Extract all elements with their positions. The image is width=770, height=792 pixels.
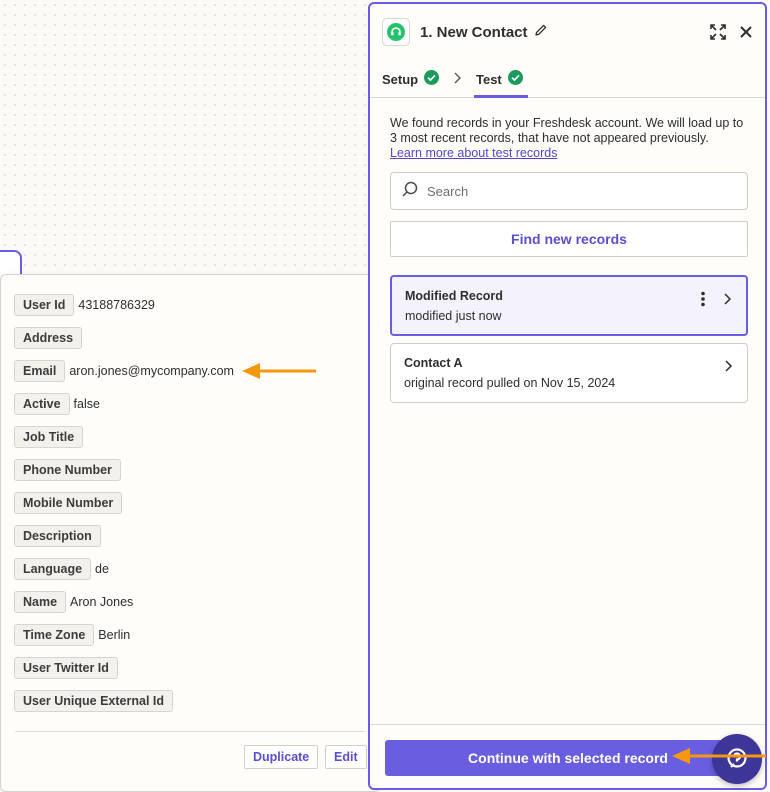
field-key: Active	[14, 393, 70, 415]
field-row-time-zone: Time Zone Berlin	[14, 624, 130, 646]
step-panel: 1. New Contact Setup Test We found recor…	[368, 2, 767, 790]
search-icon	[401, 180, 419, 203]
field-row-active: Active false	[14, 393, 100, 415]
field-key: Address	[14, 327, 83, 349]
active-tab-indicator	[474, 95, 528, 98]
find-new-records-button[interactable]: Find new records	[390, 221, 748, 257]
field-key: User Unique External Id	[14, 690, 174, 712]
freshdesk-headset-icon	[382, 18, 410, 46]
step-tabs: Setup Test	[370, 60, 765, 98]
tab-label: Test	[476, 71, 502, 87]
record-detail-card: User Id 43188786329 Address Email aron.j…	[0, 274, 380, 792]
intro-text: We found records in your Freshdesk accou…	[390, 116, 744, 145]
intro-text-block: We found records in your Freshdesk accou…	[390, 116, 750, 161]
field-key: Description	[14, 525, 101, 547]
field-value: false	[73, 397, 100, 411]
field-row-name: Name Aron Jones	[14, 591, 133, 613]
annotation-arrow-continue	[672, 748, 766, 764]
chevron-right-icon	[452, 71, 462, 90]
record-subtitle: original record pulled on Nov 15, 2024	[404, 376, 616, 390]
record-title: Modified Record	[405, 289, 503, 303]
panel-title: 1. New Contact	[420, 23, 528, 41]
tab-setup[interactable]: Setup	[382, 60, 440, 98]
chevron-right-icon	[722, 292, 732, 311]
record-title: Contact A	[404, 356, 463, 370]
pencil-icon[interactable]	[534, 23, 548, 42]
field-row-user-unique-external-id: User Unique External Id	[14, 690, 177, 712]
field-row-user-twitter-id: User Twitter Id	[14, 657, 122, 679]
record-item-modified[interactable]: Modified Record modified just now	[390, 275, 748, 336]
kebab-menu-icon[interactable]	[700, 291, 706, 312]
field-key: Phone Number	[14, 459, 121, 481]
record-subtitle: modified just now	[405, 309, 502, 323]
field-key: Job Title	[14, 426, 84, 448]
field-value: 43188786329	[78, 298, 155, 312]
field-row-mobile-number: Mobile Number	[14, 492, 126, 514]
search-field[interactable]	[390, 172, 748, 210]
search-input[interactable]	[427, 183, 727, 199]
field-row-address: Address	[14, 327, 86, 349]
expand-icon[interactable]	[708, 22, 728, 42]
field-row-user-id: User Id 43188786329	[14, 294, 155, 316]
field-row-email: Email aron.jones@mycompany.com	[14, 360, 234, 382]
field-key: User Twitter Id	[14, 657, 118, 679]
duplicate-button[interactable]: Duplicate	[244, 745, 319, 769]
field-value: de	[95, 562, 109, 576]
field-key: Name	[14, 591, 67, 613]
card-divider	[15, 731, 365, 732]
field-key: Mobile Number	[14, 492, 123, 514]
tab-label: Setup	[382, 71, 419, 87]
panel-header: 1. New Contact	[370, 4, 765, 60]
tab-test[interactable]: Test	[476, 60, 523, 98]
field-key: Language	[14, 558, 92, 580]
field-key: Time Zone	[14, 624, 95, 646]
field-row-job-title: Job Title	[14, 426, 87, 448]
edit-button[interactable]: Edit	[325, 745, 367, 769]
record-item-contact-a[interactable]: Contact A original record pulled on Nov …	[390, 343, 748, 403]
check-circle-icon	[424, 70, 440, 88]
field-row-phone-number: Phone Number	[14, 459, 125, 481]
check-circle-icon	[507, 70, 523, 88]
chevron-right-icon	[723, 359, 733, 378]
field-value: Berlin	[98, 628, 131, 642]
close-icon[interactable]	[736, 22, 756, 42]
field-key: Email	[14, 360, 66, 382]
field-value: Aron Jones	[70, 595, 134, 609]
field-value: aron.jones@mycompany.com	[69, 364, 234, 378]
learn-more-link[interactable]: Learn more about test records	[390, 146, 557, 160]
annotation-arrow-email	[242, 363, 316, 379]
field-row-language: Language de	[14, 558, 109, 580]
field-key: User Id	[14, 294, 75, 316]
field-row-description: Description	[14, 525, 105, 547]
